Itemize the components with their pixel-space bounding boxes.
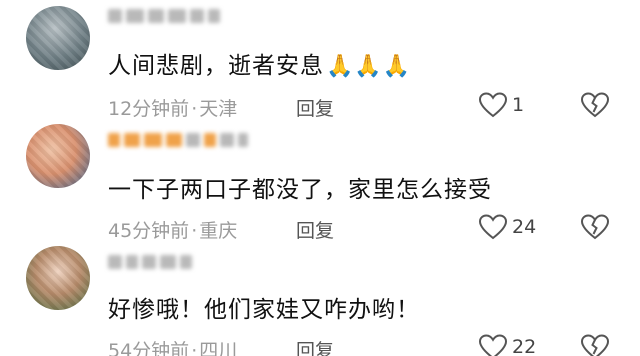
dislike-button[interactable] — [580, 334, 610, 356]
like-count: 22 — [512, 336, 537, 356]
dislike-button[interactable] — [580, 214, 610, 240]
comment-time: 54分钟前 — [108, 340, 190, 356]
like-button[interactable]: 24 — [478, 214, 536, 240]
username-blurred[interactable] — [108, 130, 248, 150]
comment-time: 12分钟前 — [108, 98, 190, 120]
comment-list: 人间悲剧，逝者安息🙏🙏🙏 12分钟前 · 天津 回复 1 一下子两口子都没了，家里怎… — [0, 0, 640, 356]
comment-text-body: 人间悲剧，逝者安息 — [108, 53, 324, 79]
avatar[interactable] — [26, 6, 90, 70]
like-count: 1 — [512, 94, 525, 116]
comment-location: 天津 — [199, 98, 238, 120]
meta-separator: · — [191, 220, 198, 242]
praying-hands-emoji: 🙏🙏🙏 — [326, 54, 412, 79]
comment-location: 四川 — [199, 340, 238, 356]
heart-outline-icon — [478, 214, 508, 240]
comment-text: 人间悲剧，逝者安息🙏🙏🙏 — [108, 46, 411, 80]
comment-meta: 45分钟前 · 重庆 — [108, 216, 237, 243]
broken-heart-icon — [580, 214, 610, 240]
comment-meta: 54分钟前 · 四川 — [108, 336, 237, 356]
broken-heart-icon — [580, 92, 610, 118]
comment-meta: 12分钟前 · 天津 — [108, 94, 237, 121]
comment-location: 重庆 — [199, 220, 238, 242]
reply-button[interactable]: 回复 — [296, 94, 334, 121]
dislike-button[interactable] — [580, 92, 610, 118]
comment-time: 45分钟前 — [108, 220, 190, 242]
avatar[interactable] — [26, 246, 90, 310]
comment-item: 人间悲剧，逝者安息🙏🙏🙏 12分钟前 · 天津 回复 1 — [0, 0, 640, 120]
like-button[interactable]: 1 — [478, 92, 524, 118]
heart-outline-icon — [478, 92, 508, 118]
heart-outline-icon — [478, 334, 508, 356]
meta-separator: · — [191, 340, 198, 356]
comment-text: 好惨哦！他们家娃又咋办哟！ — [108, 297, 420, 323]
reply-button[interactable]: 回复 — [296, 216, 334, 243]
like-button[interactable]: 22 — [478, 334, 536, 356]
like-count: 24 — [512, 216, 537, 238]
username-blurred[interactable] — [108, 252, 192, 272]
comment-item: 好惨哦！他们家娃又咋办哟！ 54分钟前 · 四川 回复 22 — [0, 240, 640, 356]
meta-separator: · — [191, 98, 198, 120]
username-blurred[interactable] — [108, 6, 220, 26]
reply-button[interactable]: 回复 — [296, 336, 334, 356]
comment-text: 一下子两口子都没了，家里怎么接受 — [108, 177, 492, 203]
broken-heart-icon — [580, 334, 610, 356]
comment-item: 一下子两口子都没了，家里怎么接受 45分钟前 · 重庆 回复 24 — [0, 118, 640, 242]
avatar[interactable] — [26, 124, 90, 188]
